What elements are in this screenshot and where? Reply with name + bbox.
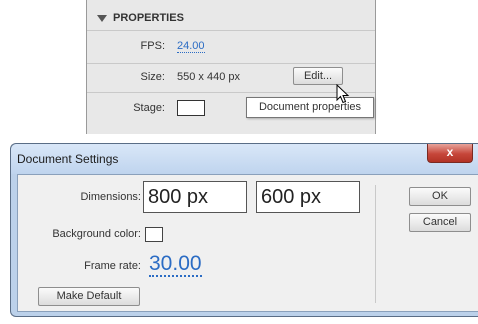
triangle-down-icon[interactable] (97, 14, 107, 22)
fps-row: FPS: 24.00 (87, 32, 375, 60)
size-row: Size: 550 x 440 px Edit... (87, 63, 375, 91)
divider (87, 30, 375, 31)
size-value: 550 x 440 px (177, 71, 240, 83)
cancel-button[interactable]: Cancel (409, 213, 471, 232)
close-button[interactable]: x (427, 144, 473, 163)
dialog-titlebar[interactable]: Document Settings x (11, 144, 478, 174)
background-color-label: Background color: (52, 228, 141, 240)
size-label: Size: (140, 71, 165, 83)
document-properties-tooltip: Document properties (246, 97, 374, 118)
pointer-cursor-icon (336, 84, 350, 104)
ok-button[interactable]: OK (409, 187, 471, 206)
properties-header-label: PROPERTIES (113, 12, 184, 24)
divider (87, 92, 375, 93)
properties-section-header[interactable]: PROPERTIES (87, 6, 375, 30)
edit-document-button[interactable]: Edit... (293, 67, 343, 85)
stage-color-swatch[interactable] (177, 100, 205, 116)
dialog-content: Dimensions: 800 px 600 px Background col… (17, 174, 478, 312)
dialog-title: Document Settings (17, 152, 119, 166)
background-color-swatch[interactable] (145, 227, 163, 242)
dimensions-label: Dimensions: (80, 191, 141, 203)
vertical-separator (375, 185, 376, 303)
fps-value[interactable]: 24.00 (177, 40, 205, 53)
close-icon: x (446, 145, 454, 159)
stage-label: Stage: (133, 102, 165, 114)
make-default-button[interactable]: Make Default (38, 287, 140, 306)
document-settings-dialog: Document Settings x Dimensions: 800 px 6… (10, 143, 478, 317)
width-field[interactable]: 800 px (143, 181, 247, 213)
height-field[interactable]: 600 px (256, 181, 360, 213)
fps-label: FPS: (140, 40, 165, 52)
frame-rate-value[interactable]: 30.00 (149, 253, 202, 277)
frame-rate-label: Frame rate: (84, 260, 141, 272)
